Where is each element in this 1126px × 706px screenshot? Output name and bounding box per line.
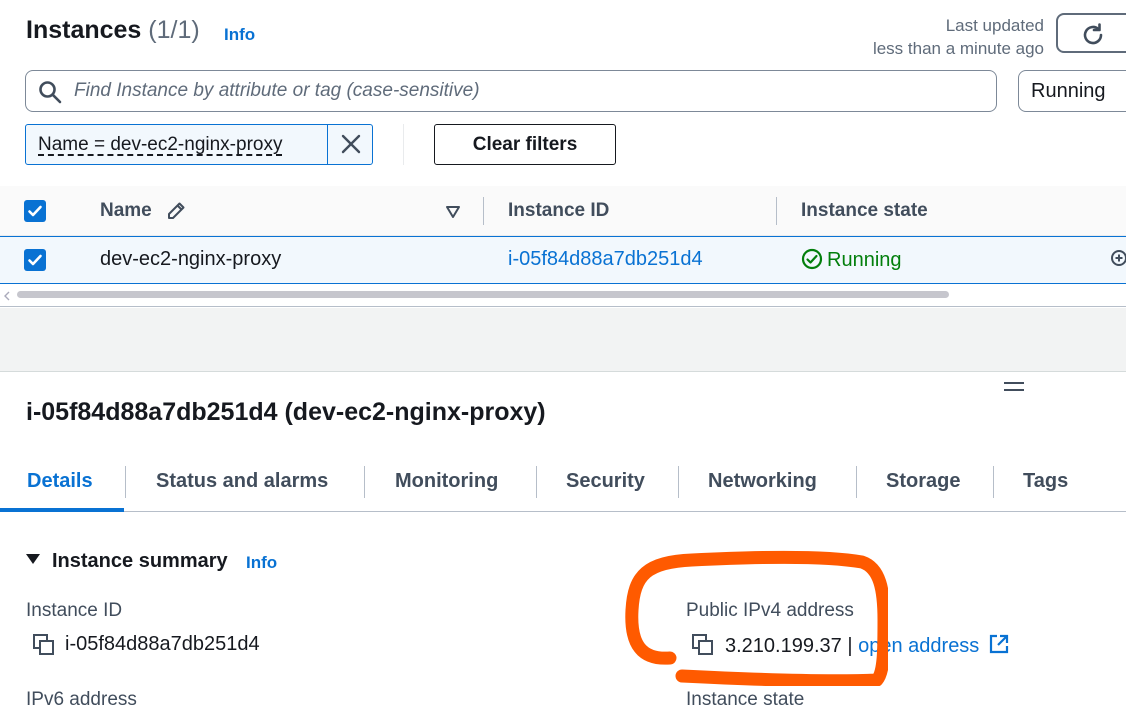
filter-token: Name = dev-ec2-nginx-proxy — [25, 124, 373, 165]
split-panel-gap — [0, 308, 1126, 372]
horizontal-scrollbar[interactable] — [0, 285, 1126, 307]
sort-down-icon[interactable] — [445, 205, 461, 219]
tab-divider — [125, 466, 126, 498]
instance-name-cell: dev-ec2-nginx-proxy — [100, 248, 282, 270]
tab-networking[interactable]: Networking — [708, 470, 817, 493]
checkmark-icon — [28, 254, 42, 266]
tab-storage[interactable]: Storage — [886, 470, 960, 493]
column-header-instance-state[interactable]: Instance state — [801, 200, 928, 222]
instance-summary-toggle[interactable]: Instance summary — [26, 550, 228, 573]
tab-details[interactable]: Details — [27, 470, 93, 493]
instance-id-value: i-05f84d88a7db251d4 — [65, 633, 260, 655]
search-box — [25, 70, 997, 112]
table-header: Name Instance ID Instance state — [0, 186, 1126, 236]
ipv6-address-label: IPv6 address — [26, 689, 137, 706]
row-checkbox[interactable] — [24, 249, 46, 271]
tab-security[interactable]: Security — [566, 470, 645, 493]
close-icon — [341, 134, 361, 154]
page-title-text: Instances — [26, 16, 142, 44]
scrollbar-thumb[interactable] — [17, 291, 949, 298]
tab-divider — [536, 466, 537, 498]
zoom-in-icon[interactable] — [1110, 249, 1126, 271]
tab-status-and-alarms[interactable]: Status and alarms — [156, 470, 328, 493]
column-header-name[interactable]: Name — [100, 200, 152, 222]
handle-line — [1004, 389, 1024, 391]
caret-down-icon — [26, 554, 40, 564]
column-header-instance-id[interactable]: Instance ID — [508, 200, 609, 222]
last-updated: Last updated less than a minute ago — [873, 14, 1044, 60]
highlight-annotation — [625, 550, 888, 686]
column-divider[interactable] — [776, 197, 777, 225]
instance-state-text: Running — [827, 249, 902, 271]
copy-icon[interactable] — [32, 633, 56, 657]
filter-token-label[interactable]: Name = dev-ec2-nginx-proxy — [38, 134, 282, 156]
info-link[interactable]: Info — [224, 25, 255, 45]
filter-divider — [403, 124, 404, 165]
edit-icon[interactable] — [165, 200, 187, 222]
page-title: Instances (1/1) — [26, 16, 200, 45]
tab-monitoring[interactable]: Monitoring — [395, 470, 498, 493]
refresh-button[interactable] — [1056, 13, 1126, 53]
instance-state-select[interactable]: Running — [1018, 70, 1126, 112]
chevron-left-icon[interactable] — [3, 291, 11, 301]
instance-count: (1/1) — [148, 16, 200, 44]
instance-state-cell: Running — [801, 248, 902, 272]
instance-summary-heading: Instance summary — [52, 550, 228, 572]
instance-state-label: Instance state — [686, 689, 805, 706]
select-all-checkbox[interactable] — [24, 200, 46, 222]
tab-divider — [856, 466, 857, 498]
last-updated-value: less than a minute ago — [872, 39, 1044, 58]
remove-filter-button[interactable] — [327, 124, 374, 165]
search-icon — [39, 81, 62, 104]
detail-tabs: Details Status and alarms Monitoring Sec… — [0, 460, 1126, 512]
check-circle-icon — [801, 248, 823, 270]
external-link-icon[interactable] — [988, 633, 1010, 655]
table-row[interactable]: dev-ec2-nginx-proxy i-05f84d88a7db251d4 … — [0, 236, 1126, 284]
tab-divider — [993, 466, 994, 498]
handle-line — [1004, 382, 1024, 384]
instance-id-link[interactable]: i-05f84d88a7db251d4 — [508, 248, 703, 271]
checkmark-icon — [28, 205, 42, 217]
summary-info-link[interactable]: Info — [246, 553, 277, 573]
last-updated-label: Last updated — [945, 16, 1044, 35]
search-input[interactable] — [74, 77, 974, 105]
clear-filters-button[interactable]: Clear filters — [434, 124, 616, 165]
tab-tags[interactable]: Tags — [1023, 470, 1068, 493]
active-tab-indicator — [0, 508, 124, 512]
detail-title: i-05f84d88a7db251d4 (dev-ec2-nginx-proxy… — [26, 398, 546, 426]
instance-id-label: Instance ID — [26, 600, 123, 621]
tab-divider — [364, 466, 365, 498]
tab-divider — [678, 466, 679, 498]
resize-handle-icon[interactable] — [1004, 382, 1024, 394]
refresh-icon — [1083, 23, 1103, 45]
column-divider[interactable] — [483, 197, 484, 225]
